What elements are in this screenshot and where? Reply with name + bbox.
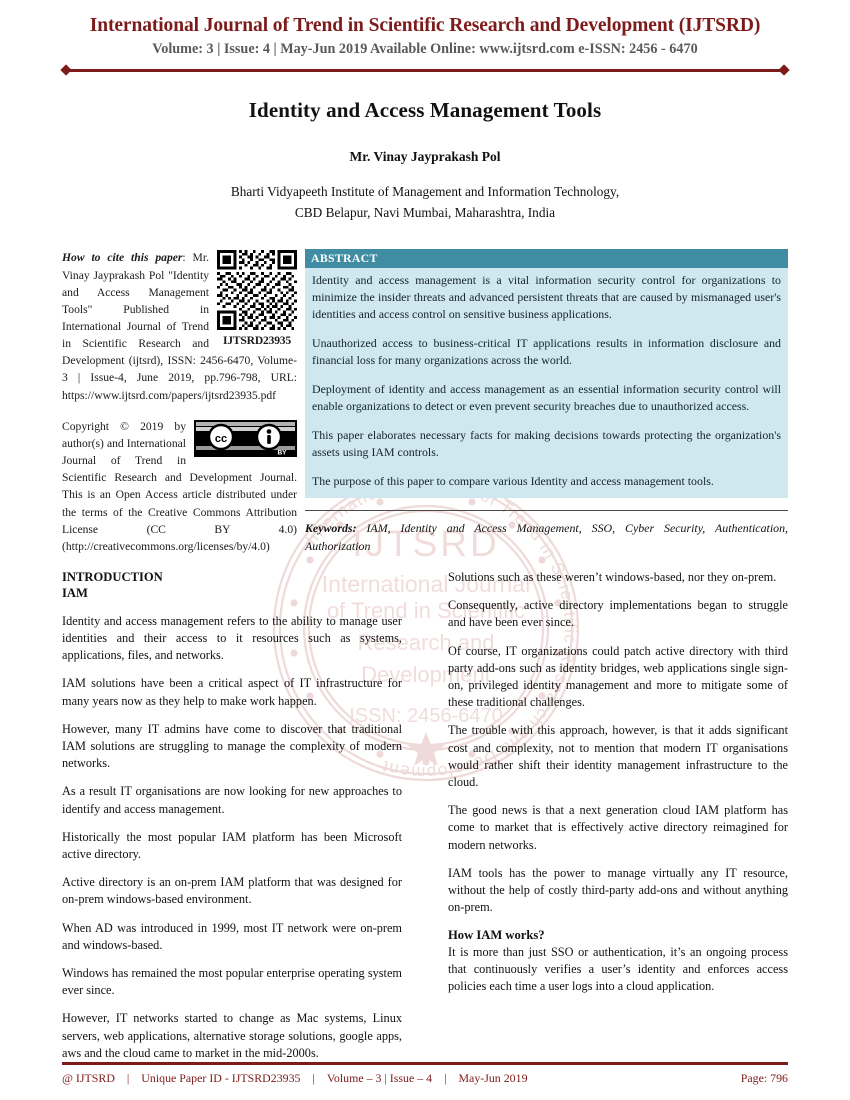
abstract-paragraph: Identity and access management is a vita… xyxy=(312,273,781,322)
body-paragraph: The good news is that a next generation … xyxy=(448,803,788,852)
body-paragraph: The trouble with this approach, however,… xyxy=(448,723,788,790)
masthead: International Journal of Trend in Scient… xyxy=(60,14,790,76)
footer-separator: | xyxy=(444,1071,447,1085)
body-columns: INTRODUCTION IAM Identity and access man… xyxy=(62,569,788,1073)
top-area: IJTSRD23935 How to cite this paper: Mr. … xyxy=(62,249,788,555)
keywords-label: Keywords: xyxy=(305,521,357,536)
footer-page-number: Page: 796 xyxy=(740,1071,788,1085)
body-paragraph: However, IT networks started to change a… xyxy=(62,1011,402,1060)
svg-text:BY: BY xyxy=(277,449,287,456)
page-title: Identity and Access Management Tools xyxy=(248,98,602,123)
footer-brand: @ IJTSRD xyxy=(62,1071,115,1085)
body-paragraph: Of course, IT organizations could patch … xyxy=(448,643,788,710)
paper-page: International Journal of Trend in Scient… xyxy=(0,0,850,1100)
body-paragraph: However, many IT admins have come to dis… xyxy=(62,721,402,771)
abstract-paragraph: Deployment of identity and access manage… xyxy=(312,381,781,413)
affiliation-line-1: Bharti Vidyapeeth Institute of Managemen… xyxy=(230,184,620,200)
footer-date: May-Jun 2019 xyxy=(458,1071,528,1085)
divider-bar xyxy=(68,69,782,72)
footer-paper-id: Unique Paper ID - IJTSRD23935 xyxy=(141,1071,301,1085)
body-left-column: INTRODUCTION IAM Identity and access man… xyxy=(62,569,402,1073)
abstract-paragraph: The purpose of this paper to compare var… xyxy=(312,473,714,488)
cc-license-badge[interactable]: cc BY xyxy=(194,419,297,457)
body-paragraph: As a result IT organisations are now loo… xyxy=(62,784,402,816)
copyright-block: cc BY Copyright © 2019 by author(s) and … xyxy=(62,418,297,555)
body-right-column: Solutions such as these weren’t windows-… xyxy=(448,569,788,1006)
subsection-heading-how-iam-works: How IAM works? xyxy=(448,928,545,943)
abstract-box: ABSTRACT Identity and access management … xyxy=(305,249,788,499)
keywords-block: Keywords: IAM, Identity and Access Manag… xyxy=(305,520,788,555)
body-paragraph: IAM solutions have been a critical aspec… xyxy=(62,676,402,708)
how-to-cite-block: IJTSRD23935 How to cite this paper: Mr. … xyxy=(62,249,297,403)
body-paragraph: IAM tools has the power to manage virtua… xyxy=(448,865,788,915)
diamond-right-icon xyxy=(778,64,790,76)
masthead-divider xyxy=(60,64,790,76)
body-paragraph: Windows has remained the most popular en… xyxy=(62,965,402,998)
qr-code-block: IJTSRD23935 xyxy=(217,250,297,349)
svg-text:cc: cc xyxy=(215,433,227,445)
body-paragraph: Consequently, active directory implement… xyxy=(448,598,788,630)
body-paragraph: When AD was introduced in 1999, most IT … xyxy=(62,920,402,952)
abstract-heading: ABSTRACT xyxy=(305,249,788,269)
qr-code-icon xyxy=(217,250,297,331)
abstract-column: ABSTRACT Identity and access management … xyxy=(305,249,788,555)
footer-separator: | xyxy=(126,1071,130,1085)
subsection-heading-iam: IAM xyxy=(62,586,88,601)
abstract-body: Identity and access management is a vita… xyxy=(305,268,788,498)
keywords-divider xyxy=(305,510,788,512)
body-paragraph: Historically the most popular IAM platfo… xyxy=(62,829,402,861)
creative-commons-by-icon: cc BY xyxy=(194,419,297,457)
body-paragraph: Solutions such as these weren’t windows-… xyxy=(448,570,777,584)
body-paragraph: It is more than just SSO or authenticati… xyxy=(448,944,788,994)
qr-code-label: IJTSRD23935 xyxy=(222,334,292,348)
footer-volume-issue: Volume – 3 | Issue – 4 xyxy=(326,1071,433,1085)
author-name: Mr. Vinay Jayprakash Pol xyxy=(349,149,501,165)
affiliation-line-2: CBD Belapur, Navi Mumbai, Maharashtra, I… xyxy=(294,204,556,220)
journal-subtitle: Volume: 3 | Issue: 4 | May-Jun 2019 Avai… xyxy=(152,41,698,58)
abstract-paragraph: Unauthorized access to business-critical… xyxy=(312,336,781,367)
section-heading-introduction: INTRODUCTION xyxy=(62,570,163,584)
body-paragraph: Active directory is an on-prem IAM platf… xyxy=(62,875,402,907)
affiliation: Bharti Vidyapeeth Institute of Managemen… xyxy=(62,182,788,223)
how-to-cite-label: How to cite this paper xyxy=(62,251,183,265)
keywords-value: IAM, Identity and Access Management, SSO… xyxy=(305,521,788,553)
footer-row: @ IJTSRD | Unique Paper ID - IJTSRD23935… xyxy=(62,1071,788,1086)
footer-separator: | xyxy=(312,1071,315,1085)
abstract-paragraph: This paper elaborates necessary facts fo… xyxy=(312,427,781,459)
body-paragraph: Identity and access management refers to… xyxy=(62,613,402,663)
left-meta-column: IJTSRD23935 How to cite this paper: Mr. … xyxy=(62,249,297,555)
journal-title: International Journal of Trend in Scient… xyxy=(89,15,761,36)
